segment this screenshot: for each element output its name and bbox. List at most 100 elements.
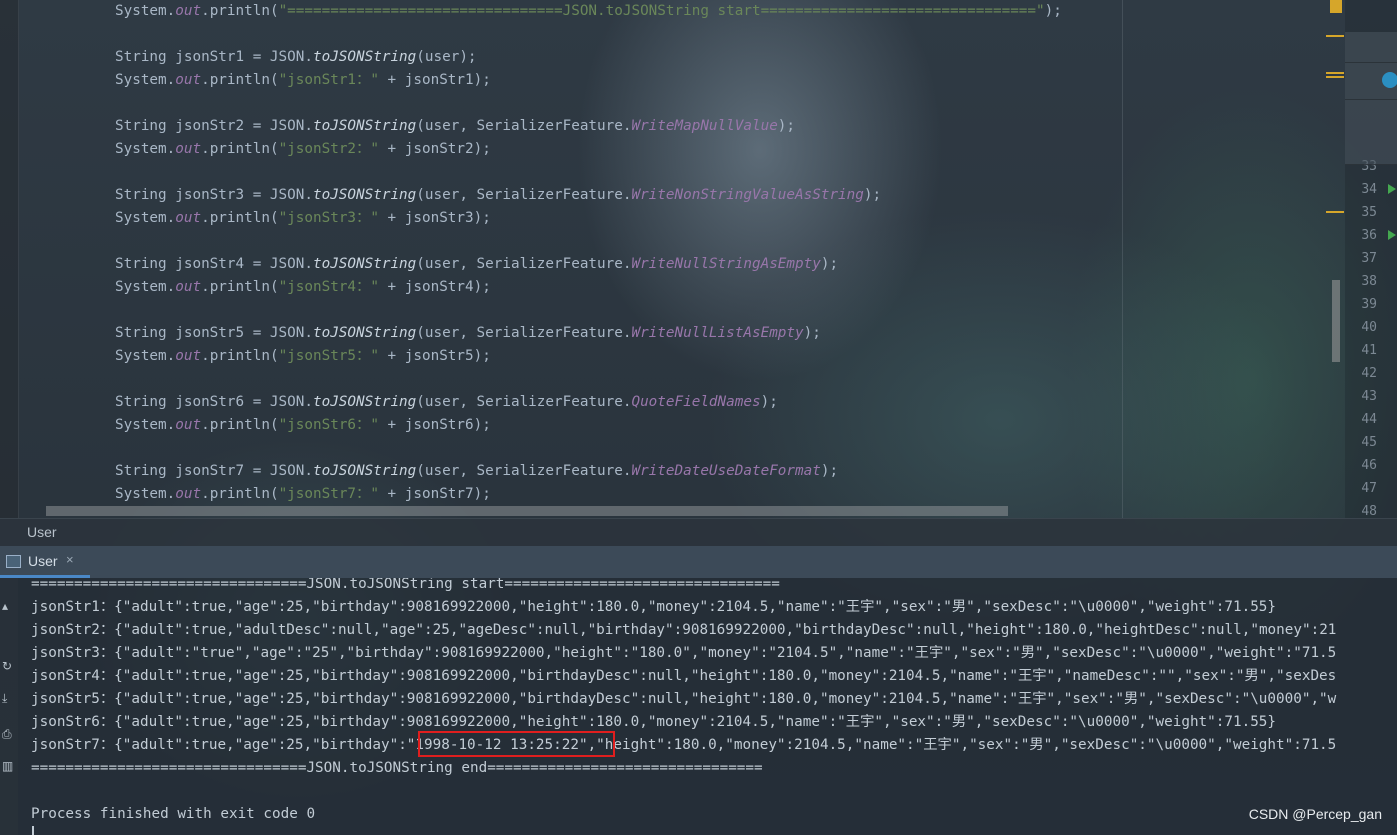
- run-gutter-icon[interactable]: [1388, 230, 1396, 240]
- warning-marker[interactable]: [1326, 76, 1344, 78]
- line-number: 40: [1361, 320, 1377, 335]
- code-token: System.: [115, 279, 176, 295]
- warning-marker[interactable]: [1326, 35, 1344, 37]
- right-margin-guide: [1122, 0, 1123, 518]
- line-number: 42: [1361, 366, 1377, 381]
- line-number: 35: [1361, 205, 1377, 220]
- code-line[interactable]: System.out.println("jsonStr1：" + jsonStr…: [115, 69, 491, 92]
- text-cursor: [32, 826, 34, 835]
- code-token: String jsonStr6 = JSON.: [115, 394, 313, 410]
- line-number: 43: [1361, 389, 1377, 404]
- code-token: WriteNullListAsEmpty: [631, 325, 804, 341]
- code-token: );: [777, 118, 796, 134]
- code-line[interactable]: System.out.println("jsonStr5：" + jsonStr…: [115, 345, 491, 368]
- code-token: (user, SerializerFeature.: [416, 118, 632, 134]
- code-token: out: [175, 210, 202, 226]
- code-line[interactable]: String jsonStr2 = JSON.toJSONString(user…: [115, 115, 795, 138]
- code-token: (user);: [416, 49, 477, 65]
- code-line[interactable]: System.out.println("jsonStr6：" + jsonStr…: [115, 414, 491, 437]
- rerun-icon[interactable]: ↻: [2, 660, 14, 672]
- code-line[interactable]: String jsonStr7 = JSON.toJSONString(user…: [115, 460, 838, 483]
- code-token: out: [175, 486, 202, 502]
- console-toolbar: ▴ ↻ ⤓ ⎙ ▥: [0, 578, 18, 835]
- code-line[interactable]: String jsonStr5 = JSON.toJSONString(user…: [115, 322, 821, 345]
- breadcrumb[interactable]: User: [0, 518, 1397, 547]
- line-number: 46: [1361, 458, 1377, 473]
- scroll-up-icon[interactable]: ▴: [2, 600, 14, 612]
- code-token: + jsonStr3);: [378, 210, 491, 226]
- console-line: jsonStr5：{"adult":true,"age":25,"birthda…: [31, 691, 1337, 707]
- code-token: toJSONString: [312, 394, 417, 410]
- code-line[interactable]: System.out.println("jsonStr2：" + jsonStr…: [115, 138, 491, 161]
- line-number: 39: [1361, 297, 1377, 312]
- code-token: toJSONString: [312, 49, 417, 65]
- code-token: + jsonStr1);: [378, 72, 491, 88]
- code-token: toJSONString: [312, 325, 417, 341]
- side-tool-button[interactable]: [1345, 32, 1397, 63]
- code-line[interactable]: String jsonStr3 = JSON.toJSONString(user…: [115, 184, 881, 207]
- code-token: System.: [115, 348, 176, 364]
- highlight-box: [418, 731, 615, 757]
- close-icon[interactable]: ×: [66, 552, 74, 567]
- code-token: (user, SerializerFeature.: [416, 394, 632, 410]
- code-line[interactable]: System.out.println("====================…: [115, 0, 1062, 23]
- exit-status-line: Process finished with exit code 0: [31, 806, 316, 822]
- code-token: System.: [115, 417, 176, 433]
- line-number: 45: [1361, 435, 1377, 450]
- warning-marker[interactable]: [1326, 72, 1344, 74]
- code-line[interactable]: System.out.println("jsonStr3：" + jsonStr…: [115, 207, 491, 230]
- code-line[interactable]: String jsonStr4 = JSON.toJSONString(user…: [115, 253, 838, 276]
- console-output[interactable]: ================================JSON.toJ…: [18, 578, 1397, 835]
- code-line[interactable]: System.out.println("jsonStr4：" + jsonStr…: [115, 276, 491, 299]
- code-token: (user, SerializerFeature.: [416, 187, 632, 203]
- line-number: 36: [1361, 228, 1377, 243]
- run-tab-user[interactable]: User ×: [0, 546, 90, 578]
- run-gutter-icon[interactable]: [1388, 184, 1396, 194]
- code-token: .println(: [201, 72, 279, 88]
- breadcrumb-class[interactable]: User: [27, 524, 57, 540]
- code-token: String jsonStr3 = JSON.: [115, 187, 313, 203]
- code-token: "jsonStr4：": [278, 279, 379, 295]
- code-token: (user, SerializerFeature.: [416, 463, 632, 479]
- code-token: );: [820, 256, 839, 272]
- code-token: .println(: [201, 279, 279, 295]
- code-token: out: [175, 348, 202, 364]
- editor-left-gutter: [0, 0, 19, 518]
- line-number: 44: [1361, 412, 1377, 427]
- code-token: "jsonStr1：": [278, 72, 379, 88]
- console-line: jsonStr7：{"adult":true,"age":25,"birthda…: [31, 737, 1337, 753]
- ide-logo-icon[interactable]: [1382, 72, 1397, 88]
- code-token: .println(: [201, 348, 279, 364]
- code-editor[interactable]: System.out.println("====================…: [18, 0, 1338, 518]
- code-token: WriteMapNullValue: [631, 118, 778, 134]
- side-tool-button[interactable]: [1345, 100, 1397, 165]
- line-number: 47: [1361, 481, 1377, 496]
- console-line: ================================JSON.toJ…: [31, 578, 780, 592]
- code-token: "================================JSON.to…: [278, 3, 1045, 19]
- code-token: "jsonStr6：": [278, 417, 379, 433]
- code-token: + jsonStr6);: [378, 417, 491, 433]
- code-token: );: [803, 325, 821, 341]
- code-token: System.: [115, 486, 176, 502]
- code-token: .println(: [201, 210, 279, 226]
- code-line[interactable]: System.out.println("jsonStr7：" + jsonStr…: [115, 483, 491, 506]
- console-line: jsonStr3：{"adult":"true","age":"25","bir…: [31, 645, 1337, 661]
- code-token: out: [175, 417, 202, 433]
- code-token: "jsonStr5：": [278, 348, 379, 364]
- code-token: out: [175, 72, 202, 88]
- print-icon[interactable]: ⎙: [2, 728, 14, 740]
- scroll-to-end-icon[interactable]: ⤓: [2, 692, 14, 704]
- code-token: QuoteFieldNames: [631, 394, 761, 410]
- code-token: );: [820, 463, 839, 479]
- inspection-warning-icon[interactable]: [1330, 0, 1342, 13]
- code-line[interactable]: String jsonStr6 = JSON.toJSONString(user…: [115, 391, 778, 414]
- code-token: toJSONString: [312, 256, 417, 272]
- code-token: out: [175, 279, 202, 295]
- horizontal-scrollbar[interactable]: [46, 506, 1008, 516]
- clear-icon[interactable]: ▥: [2, 760, 14, 772]
- code-line[interactable]: String jsonStr1 = JSON.toJSONString(user…: [115, 46, 477, 69]
- code-token: System.: [115, 141, 176, 157]
- code-token: out: [175, 141, 202, 157]
- code-token: (user, SerializerFeature.: [416, 256, 632, 272]
- code-token: );: [863, 187, 882, 203]
